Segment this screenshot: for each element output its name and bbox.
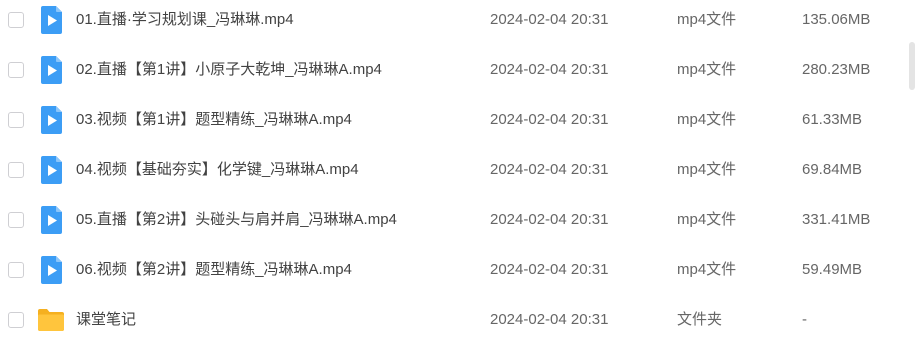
file-size: 331.41MB: [802, 211, 871, 228]
file-type: mp4文件: [677, 11, 737, 28]
file-size: 135.06MB: [802, 11, 871, 28]
file-row[interactable]: 04.视频【基础夯实】化学键_冯琳琳A.mp4 2024-02-04 20:31…: [0, 151, 905, 191]
file-type: 文件夹: [677, 311, 723, 328]
file-name[interactable]: 05.直播【第2讲】头碰头与肩并肩_冯琳琳A.mp4: [76, 211, 397, 229]
file-row[interactable]: 01.直播·学习规划课_冯琳琳.mp4 2024-02-04 20:31 mp4…: [0, 1, 905, 41]
row-checkbox[interactable]: [8, 12, 24, 28]
file-type: mp4文件: [677, 211, 737, 228]
video-file-icon: [38, 256, 64, 284]
modified-date: 2024-02-04 20:31: [490, 61, 609, 78]
folder-icon: [37, 308, 64, 336]
video-file-icon: [38, 106, 64, 134]
video-file-icon: [38, 6, 64, 34]
modified-date: 2024-02-04 20:31: [490, 211, 609, 228]
modified-date: 2024-02-04 20:31: [490, 261, 609, 278]
row-checkbox[interactable]: [8, 262, 24, 278]
video-file-icon: [38, 56, 64, 84]
row-checkbox[interactable]: [8, 212, 24, 228]
modified-date: 2024-02-04 20:31: [490, 11, 609, 28]
row-checkbox[interactable]: [8, 312, 24, 328]
file-name[interactable]: 04.视频【基础夯实】化学键_冯琳琳A.mp4: [76, 161, 359, 179]
file-row[interactable]: 05.直播【第2讲】头碰头与肩并肩_冯琳琳A.mp4 2024-02-04 20…: [0, 201, 905, 241]
file-size: -: [802, 311, 807, 328]
file-type: mp4文件: [677, 111, 737, 128]
file-size: 280.23MB: [802, 61, 871, 78]
modified-date: 2024-02-04 20:31: [490, 111, 609, 128]
scrollbar-thumb[interactable]: [909, 42, 915, 90]
row-checkbox[interactable]: [8, 62, 24, 78]
file-size: 69.84MB: [802, 161, 863, 178]
video-file-icon: [38, 206, 64, 234]
file-name[interactable]: 01.直播·学习规划课_冯琳琳.mp4: [76, 11, 294, 29]
file-list: 01.直播·学习规划课_冯琳琳.mp4 2024-02-04 20:31 mp4…: [0, 0, 915, 336]
file-row[interactable]: 06.视频【第2讲】题型精练_冯琳琳A.mp4 2024-02-04 20:31…: [0, 251, 905, 291]
file-type: mp4文件: [677, 161, 737, 178]
file-name[interactable]: 03.视频【第1讲】题型精练_冯琳琳A.mp4: [76, 111, 352, 129]
file-row[interactable]: 03.视频【第1讲】题型精练_冯琳琳A.mp4 2024-02-04 20:31…: [0, 101, 905, 141]
file-type: mp4文件: [677, 261, 737, 278]
folder-row[interactable]: 课堂笔记 2024-02-04 20:31 文件夹 -: [0, 301, 905, 341]
video-file-icon: [38, 156, 64, 184]
file-size: 59.49MB: [802, 261, 863, 278]
file-row[interactable]: 02.直播【第1讲】小原子大乾坤_冯琳琳A.mp4 2024-02-04 20:…: [0, 51, 905, 91]
modified-date: 2024-02-04 20:31: [490, 161, 609, 178]
file-name[interactable]: 06.视频【第2讲】题型精练_冯琳琳A.mp4: [76, 261, 352, 279]
file-name[interactable]: 02.直播【第1讲】小原子大乾坤_冯琳琳A.mp4: [76, 61, 382, 79]
row-checkbox[interactable]: [8, 162, 24, 178]
folder-name[interactable]: 课堂笔记: [76, 311, 136, 329]
file-size: 61.33MB: [802, 111, 863, 128]
modified-date: 2024-02-04 20:31: [490, 311, 609, 328]
file-type: mp4文件: [677, 61, 737, 78]
row-checkbox[interactable]: [8, 112, 24, 128]
